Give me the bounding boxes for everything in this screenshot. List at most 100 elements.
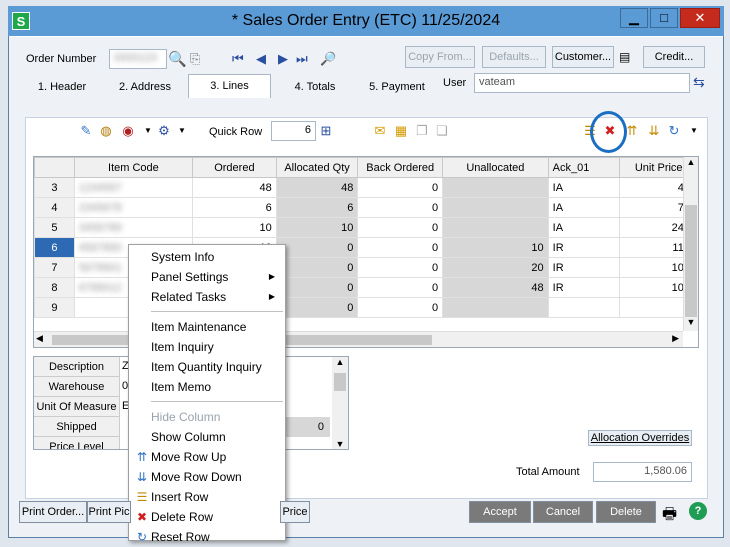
menu-reset-row[interactable]: Reset Row xyxy=(151,527,281,547)
grid-col-ack[interactable]: Ack_01 xyxy=(547,157,621,178)
dropdown-arrow-icon-2[interactable]: ▼ xyxy=(174,123,190,139)
back-ordered-cell[interactable]: 0 xyxy=(357,257,444,278)
ack-cell[interactable]: IA xyxy=(547,197,621,218)
allocated-qty-cell[interactable]: 0 xyxy=(275,297,359,318)
menu-move-row-down[interactable]: Move Row Down xyxy=(151,467,281,487)
ordered-cell[interactable]: 10 xyxy=(192,217,277,238)
document-icon[interactable]: ⎘ xyxy=(190,51,200,67)
tab-header[interactable]: 1. Header xyxy=(30,76,94,98)
previous-record-icon[interactable]: ◀ xyxy=(256,51,266,67)
ack-cell[interactable]: IR xyxy=(547,237,621,258)
back-ordered-cell[interactable]: 0 xyxy=(357,297,444,318)
row-number[interactable]: 8 xyxy=(34,277,75,298)
move-down-icon[interactable]: ⇊ xyxy=(646,123,662,139)
row-number[interactable]: 4 xyxy=(34,197,75,218)
accept-button[interactable]: Accept xyxy=(469,501,531,523)
reset-row-icon[interactable]: ↻ xyxy=(666,123,682,139)
back-ordered-cell[interactable]: 0 xyxy=(357,197,444,218)
table-row[interactable]: 42345678660IA7.7 xyxy=(34,197,698,218)
print-order-button[interactable]: Print Order... xyxy=(19,501,87,523)
ack-cell[interactable] xyxy=(547,297,621,318)
menu-panel-settings[interactable]: Panel Settings ▶ xyxy=(151,267,281,287)
lookup-icon[interactable]: 🔍 xyxy=(168,50,187,68)
order-number-input[interactable]: 0000123 xyxy=(109,49,167,69)
allocated-qty-cell[interactable]: 0 xyxy=(275,277,359,298)
menu-show-column[interactable]: Show Column xyxy=(151,427,281,447)
table-row[interactable]: 5345678910100IA24.0 xyxy=(34,217,698,238)
item-code-cell[interactable]: 2345678 xyxy=(73,197,194,218)
back-ordered-cell[interactable]: 0 xyxy=(357,237,444,258)
row-number[interactable]: 5 xyxy=(34,217,75,238)
dropdown-arrow-icon[interactable]: ▼ xyxy=(140,123,156,139)
print-pick-button[interactable]: Print Pic xyxy=(87,501,131,523)
menu-related-tasks[interactable]: Related Tasks ▶ xyxy=(151,287,281,307)
table-row[interactable]: 3123456748480IA4.0 xyxy=(34,177,698,198)
unallocated-cell[interactable] xyxy=(442,217,549,238)
row-number[interactable]: 3 xyxy=(34,177,75,198)
ack-cell[interactable]: IR xyxy=(547,257,621,278)
menu-item-inquiry[interactable]: Item Inquiry xyxy=(151,337,281,357)
grid-settings-icon[interactable]: ⚙ xyxy=(156,123,172,139)
menu-delete-row[interactable]: Delete Row xyxy=(151,507,281,527)
row-number[interactable]: 9 xyxy=(34,297,75,318)
next-record-icon[interactable]: ▶ xyxy=(278,51,288,67)
defaults-button[interactable]: Defaults... xyxy=(482,46,546,68)
dropdown-arrow-icon-3[interactable]: ▼ xyxy=(686,123,702,139)
user-lookup-icon[interactable]: ⇆ xyxy=(693,74,705,91)
menu-item-memo[interactable]: Item Memo xyxy=(151,377,281,397)
back-ordered-cell[interactable]: 0 xyxy=(357,277,444,298)
menu-insert-row[interactable]: Insert Row xyxy=(151,487,281,507)
user-input[interactable]: vateam xyxy=(474,73,690,93)
tab-payment[interactable]: 5. Payment xyxy=(362,76,432,98)
go-to-row-icon[interactable]: ⊞ xyxy=(318,123,334,139)
ack-cell[interactable]: IR xyxy=(547,277,621,298)
grid-col-allocated-qty[interactable]: Allocated Qty xyxy=(275,157,359,178)
quick-row-input[interactable]: 6 xyxy=(271,121,316,141)
copy-icon[interactable]: ❐ xyxy=(414,123,430,139)
find-icon[interactable]: ◉ xyxy=(120,123,136,139)
unallocated-cell[interactable] xyxy=(442,177,549,198)
row-number[interactable]: 7 xyxy=(34,257,75,278)
unallocated-cell[interactable]: 20 xyxy=(442,257,549,278)
menu-system-info[interactable]: System Info xyxy=(151,247,281,267)
item-code-cell[interactable]: 3456789 xyxy=(73,217,194,238)
printer-icon[interactable]: 🖶 xyxy=(662,503,677,530)
menu-move-row-up[interactable]: Move Row Up xyxy=(151,447,281,467)
item-code-cell[interactable]: 1234567 xyxy=(73,177,194,198)
detail-scrollbar[interactable]: ▲ ▼ xyxy=(332,357,348,449)
allocated-qty-cell[interactable]: 0 xyxy=(275,237,359,258)
allocation-overrides-button[interactable]: Allocation Overrides xyxy=(588,430,692,446)
maximize-button[interactable]: □ xyxy=(650,8,678,28)
ack-cell[interactable]: IA xyxy=(547,177,621,198)
first-record-icon[interactable]: ⏮ xyxy=(232,51,244,67)
unallocated-cell[interactable]: 10 xyxy=(442,237,549,258)
allocated-qty-cell[interactable]: 10 xyxy=(275,217,359,238)
last-record-icon[interactable]: ⏭ xyxy=(296,51,308,67)
price-button[interactable]: Price xyxy=(280,501,310,523)
calendar-icon[interactable]: ▤ xyxy=(619,50,630,64)
table-icon[interactable]: ▦ xyxy=(393,123,409,139)
ordered-cell[interactable]: 6 xyxy=(192,197,277,218)
memo-icon[interactable]: ✉ xyxy=(372,123,388,139)
help-icon[interactable]: ? xyxy=(689,502,707,520)
ack-cell[interactable]: IA xyxy=(547,217,621,238)
grid-col-unallocated[interactable]: Unallocated xyxy=(442,157,549,178)
detail-value-shipped[interactable]: 0 xyxy=(286,417,330,437)
tab-address[interactable]: 2. Address xyxy=(110,76,180,98)
allocated-qty-cell[interactable]: 48 xyxy=(275,177,359,198)
row-number[interactable]: 6 xyxy=(34,237,75,258)
cancel-button[interactable]: Cancel xyxy=(533,501,593,523)
binoculars-icon[interactable]: ◍ xyxy=(98,123,114,139)
tab-lines[interactable]: 3. Lines xyxy=(188,74,271,98)
unallocated-cell[interactable]: 48 xyxy=(442,277,549,298)
menu-item-maintenance[interactable]: Item Maintenance xyxy=(151,317,281,337)
grid-col-ordered[interactable]: Ordered xyxy=(192,157,277,178)
back-ordered-cell[interactable]: 0 xyxy=(357,177,444,198)
customer-button[interactable]: Customer... xyxy=(552,46,614,68)
tab-totals[interactable]: 4. Totals xyxy=(285,76,345,98)
credit-button[interactable]: Credit... xyxy=(643,46,705,68)
grid-col-item-code[interactable]: Item Code xyxy=(73,157,194,178)
item-lookup-icon[interactable]: ✎ xyxy=(78,123,94,139)
unallocated-cell[interactable] xyxy=(442,197,549,218)
search-icon[interactable]: 🔎 xyxy=(320,51,336,67)
